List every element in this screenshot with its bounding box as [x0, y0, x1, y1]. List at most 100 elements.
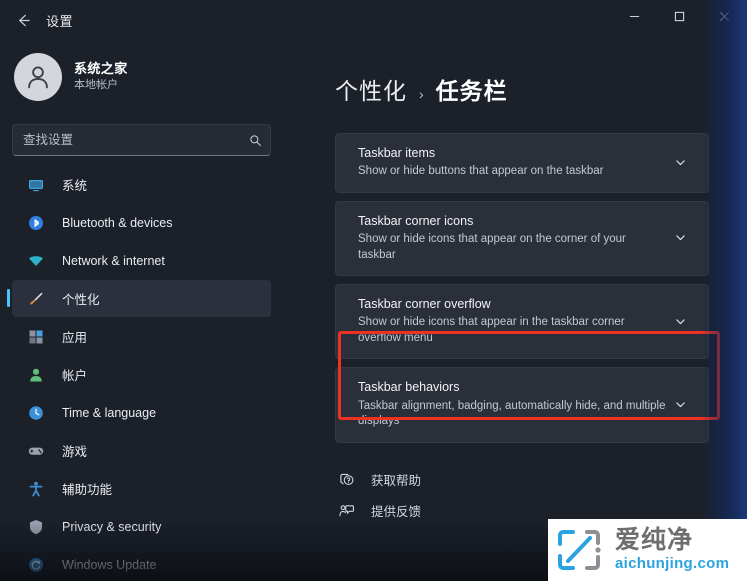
sidebar: 系统之家 本地帐户 系统 Bluetooth & devices Network…: [0, 40, 283, 581]
account-section[interactable]: 系统之家 本地帐户: [0, 46, 283, 108]
card-title: Taskbar corner overflow: [358, 297, 491, 312]
card-subtitle: Taskbar alignment, badging, automaticall…: [358, 399, 666, 428]
clock-icon: [29, 405, 43, 420]
help-link-label: 提供反馈: [371, 505, 422, 520]
monitor-icon: [26, 176, 46, 194]
search-glyph-icon: [249, 134, 261, 146]
sidebar-item-9[interactable]: 辅助功能: [12, 470, 271, 507]
help-links: 获取帮助 提供反馈: [335, 466, 747, 525]
watermark-domain-text: aichunjing.com: [615, 555, 730, 572]
avatar: [14, 53, 62, 101]
wifi-icon: [29, 255, 43, 266]
sidebar-item-11[interactable]: Windows Update: [12, 546, 271, 581]
card-title: Taskbar items: [358, 146, 436, 160]
sidebar-item-label: 系统: [62, 179, 88, 193]
close-button[interactable]: [702, 0, 747, 32]
bracket-logo-icon: [558, 530, 601, 570]
help-link-label: 获取帮助: [371, 474, 422, 489]
apps-icon: [26, 328, 46, 346]
account-name: 系统之家: [74, 61, 128, 76]
sidebar-item-3[interactable]: Network & internet: [12, 242, 271, 279]
account-subtitle: 本地帐户: [74, 79, 118, 92]
main-panel: 个性化 › 任务栏 Taskbar items Show or hide but…: [283, 40, 747, 581]
chevron-down-icon: [675, 160, 685, 166]
search-icon[interactable]: [240, 134, 270, 147]
person-avatar-icon: [28, 66, 48, 89]
card-subtitle: Show or hide icons that appear on the co…: [358, 233, 626, 261]
accessibility-icon: [29, 481, 43, 496]
maximize-button[interactable]: [657, 0, 702, 32]
sidebar-item-label: Windows Update: [62, 557, 157, 572]
bluetooth-icon: [26, 214, 46, 232]
account-icon: [30, 368, 42, 381]
back-arrow-icon: [18, 14, 30, 26]
sidebar-item-label: 个性化: [62, 293, 100, 307]
sidebar-item-5[interactable]: 应用: [12, 318, 271, 355]
sidebar-item-label: Bluetooth & devices: [62, 215, 173, 230]
sidebar-item-2[interactable]: Bluetooth & devices: [12, 204, 271, 241]
sidebar-item-1[interactable]: 系统: [12, 166, 271, 203]
maximize-icon: [674, 11, 685, 21]
help-icon: [335, 472, 357, 487]
card-subtitle: Show or hide icons that appear in the ta…: [358, 316, 625, 344]
wifi-icon: [26, 252, 46, 270]
sidebar-item-7[interactable]: Time & language: [12, 394, 271, 431]
sidebar-item-label: 辅助功能: [62, 483, 113, 497]
search-box[interactable]: [12, 124, 271, 156]
sidebar-item-8[interactable]: 游戏: [12, 432, 271, 469]
gamepad-icon: [28, 447, 44, 455]
update-icon: [26, 556, 46, 574]
feedback-icon: [335, 503, 357, 518]
sidebar-item-label: Privacy & security: [62, 519, 162, 534]
card-subtitle: Show or hide buttons that appear on the …: [358, 165, 604, 178]
card-expand-button[interactable]: [666, 156, 694, 169]
monitor-icon: [29, 179, 43, 191]
search-input[interactable]: [13, 133, 240, 147]
sidebar-nav: 系统 Bluetooth & devices Network & interne…: [0, 166, 283, 581]
bluetooth-icon: [29, 215, 43, 230]
settings-card[interactable]: Taskbar items Show or hide buttons that …: [335, 133, 709, 193]
paintbrush-icon: [30, 292, 43, 305]
app-title: 设置: [46, 13, 74, 29]
page-title: 任务栏: [435, 78, 508, 104]
feedback-icon: [338, 505, 354, 517]
chevron-down-icon: [675, 235, 685, 241]
card-title: Taskbar behaviors: [358, 380, 460, 395]
paintbrush-icon: [26, 290, 46, 308]
window-controls: [612, 0, 747, 40]
sidebar-item-label: Time & language: [62, 405, 157, 420]
sidebar-item-10[interactable]: Privacy & security: [12, 508, 271, 545]
watermark-chinese-text: 爱纯净: [615, 526, 694, 554]
settings-card[interactable]: Taskbar corner icons Show or hide icons …: [335, 200, 709, 277]
settings-card[interactable]: Taskbar behaviors Taskbar alignment, bad…: [335, 367, 709, 443]
card-expand-button[interactable]: [666, 231, 694, 244]
sidebar-item-label: Network & internet: [62, 253, 165, 268]
card-title: Taskbar corner icons: [358, 213, 474, 228]
sidebar-item-label: 游戏: [62, 445, 88, 459]
breadcrumb-separator-icon: ›: [419, 86, 424, 102]
card-expand-button[interactable]: [666, 398, 694, 411]
back-button[interactable]: [6, 5, 40, 35]
settings-window: 设置 系统之家 本地帐户 查找设置 系统 Bluetooth & devices…: [0, 0, 747, 581]
help-icon: [339, 473, 353, 486]
chevron-down-icon: [675, 318, 685, 324]
card-expand-button[interactable]: [666, 315, 694, 328]
settings-card[interactable]: Taskbar corner overflow Show or hide ico…: [335, 284, 709, 360]
sidebar-item-6[interactable]: 帐户: [12, 356, 271, 393]
update-icon: [29, 557, 43, 572]
title-bar: 设置: [0, 0, 747, 40]
account-icon: [26, 366, 46, 384]
breadcrumb-parent[interactable]: 个性化: [335, 72, 407, 106]
help-link[interactable]: 获取帮助: [335, 466, 747, 494]
minimize-icon: [629, 15, 640, 17]
settings-cards: Taskbar items Show or hide buttons that …: [335, 133, 709, 443]
gamepad-icon: [26, 442, 46, 460]
chevron-down-icon: [675, 402, 685, 408]
clock-icon: [26, 404, 46, 422]
sidebar-item-4[interactable]: 个性化: [7, 280, 271, 317]
apps-icon: [29, 330, 43, 343]
shield-icon: [26, 518, 46, 536]
breadcrumb: 个性化 › 任务栏: [283, 40, 747, 106]
minimize-button[interactable]: [612, 0, 657, 32]
close-icon: [720, 11, 729, 21]
